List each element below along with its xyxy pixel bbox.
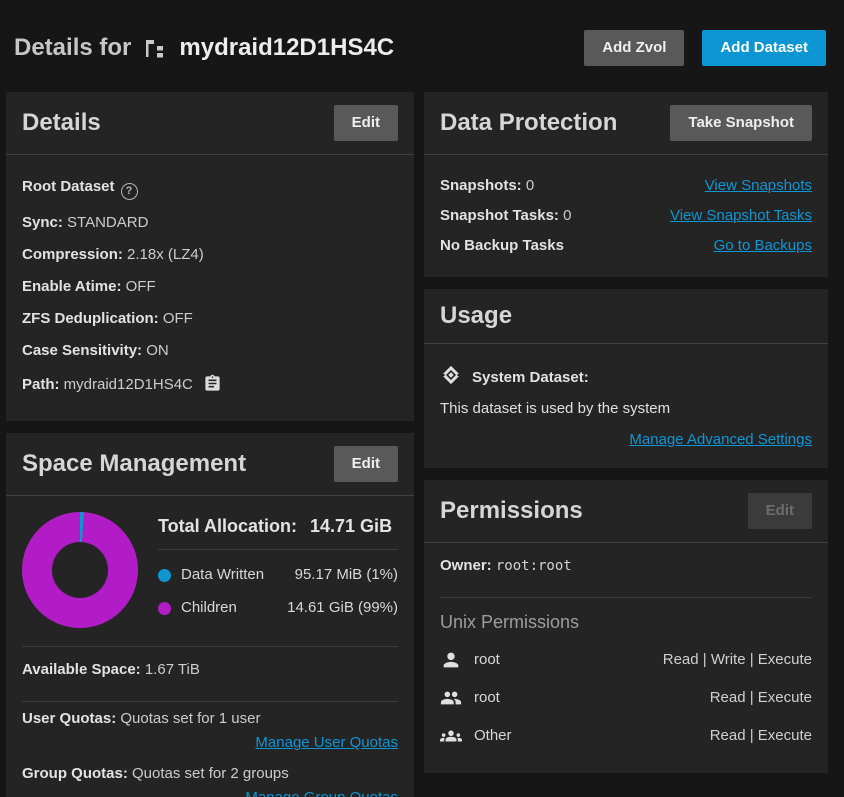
group-quotas-row: Group Quotas: Quotas set for 2 groups bbox=[22, 759, 398, 787]
usage-card: Usage System Dataset: This bbox=[424, 289, 828, 468]
help-icon[interactable]: ? bbox=[121, 183, 138, 200]
copy-icon[interactable] bbox=[203, 374, 222, 398]
children-dot bbox=[158, 602, 171, 615]
permissions-edit-button[interactable]: Edit bbox=[748, 493, 812, 529]
snapshots-row: Snapshots: 0 View Snapshots bbox=[440, 171, 812, 201]
field-path: Path: mydraid12D1HS4C bbox=[22, 367, 398, 405]
total-allocation-value: 14.71 GiB bbox=[310, 516, 392, 536]
details-card-body: Root Dataset? Sync: STANDARD Compression… bbox=[6, 155, 414, 421]
legend-row-data-written: Data Written 95.17 MiB (1%) bbox=[158, 550, 398, 583]
manage-advanced-settings-link[interactable]: Manage Advanced Settings bbox=[629, 431, 812, 448]
allocation-legend: Total Allocation: 14.71 GiB Data Written… bbox=[158, 512, 398, 616]
usage-header: Usage bbox=[424, 289, 828, 344]
field-case-sensitivity: Case Sensitivity: ON bbox=[22, 335, 398, 367]
space-chart-area: Total Allocation: 14.71 GiB Data Written… bbox=[6, 496, 414, 636]
system-dataset-label: System Dataset: bbox=[472, 369, 589, 386]
usage-description: This dataset is used by the system bbox=[440, 398, 812, 427]
owner-row: Owner: root:root bbox=[424, 543, 828, 587]
system-dataset-icon bbox=[440, 364, 462, 390]
data-protection-body: Snapshots: 0 View Snapshots Snapshot Tas… bbox=[424, 155, 828, 277]
take-snapshot-button[interactable]: Take Snapshot bbox=[670, 105, 812, 141]
person-icon bbox=[440, 649, 462, 671]
permissions-header: Permissions Edit bbox=[424, 480, 828, 543]
space-management-card: Space Management Edit Total Allocation: … bbox=[6, 433, 414, 797]
owner-value: root:root bbox=[496, 558, 572, 574]
add-dataset-button[interactable]: Add Dataset bbox=[702, 30, 826, 66]
data-written-dot bbox=[158, 569, 171, 582]
field-compression: Compression: 2.18x (LZ4) bbox=[22, 239, 398, 271]
unix-permissions-title: Unix Permissions bbox=[424, 598, 828, 639]
manage-user-quotas-row: Manage User Quotas bbox=[22, 732, 398, 759]
details-card-header: Details Edit bbox=[6, 92, 414, 155]
groups-icon bbox=[440, 725, 462, 747]
field-enable-atime: Enable Atime: OFF bbox=[22, 271, 398, 303]
add-zvol-button[interactable]: Add Zvol bbox=[584, 30, 684, 66]
details-card-title: Details bbox=[22, 109, 101, 137]
page-title-prefix: Details for bbox=[14, 34, 131, 62]
space-management-header: Space Management Edit bbox=[6, 433, 414, 496]
field-root-dataset: Root Dataset? bbox=[22, 171, 398, 207]
usage-title: Usage bbox=[440, 302, 512, 330]
system-dataset-row: System Dataset: bbox=[440, 360, 812, 398]
space-edit-button[interactable]: Edit bbox=[334, 446, 398, 482]
details-edit-button[interactable]: Edit bbox=[334, 105, 398, 141]
unix-permissions-list: root Read | Write | Execute root Read | … bbox=[424, 639, 828, 773]
total-allocation-row: Total Allocation: 14.71 GiB bbox=[158, 516, 398, 550]
legend-row-children: Children 14.61 GiB (99%) bbox=[158, 583, 398, 616]
page-header: Details for mydraid12D1HS4C Add Zvol Add… bbox=[0, 0, 844, 92]
header-buttons: Add Zvol Add Dataset bbox=[584, 30, 826, 66]
data-protection-card: Data Protection Take Snapshot Snapshots:… bbox=[424, 92, 828, 277]
go-to-backups-link[interactable]: Go to Backups bbox=[714, 237, 812, 255]
view-snapshots-link[interactable]: View Snapshots bbox=[705, 177, 812, 195]
backup-tasks-row: No Backup Tasks Go to Backups bbox=[440, 231, 812, 261]
usage-body: System Dataset: This dataset is used by … bbox=[424, 344, 828, 468]
permissions-title: Permissions bbox=[440, 497, 583, 525]
dataset-icon bbox=[143, 36, 167, 60]
manage-user-quotas-link[interactable]: Manage User Quotas bbox=[255, 734, 398, 751]
space-management-title: Space Management bbox=[22, 450, 246, 478]
perm-row-other: Other Read | Execute bbox=[440, 717, 812, 755]
manage-group-quotas-link[interactable]: Manage Group Quotas bbox=[245, 789, 398, 797]
manage-group-quotas-row: Manage Group Quotas bbox=[22, 787, 398, 797]
donut-hole bbox=[52, 542, 108, 598]
user-quotas-row: User Quotas: Quotas set for 1 user bbox=[22, 704, 398, 732]
view-snapshot-tasks-link[interactable]: View Snapshot Tasks bbox=[670, 207, 812, 225]
details-card: Details Edit Root Dataset? Sync: STANDAR… bbox=[6, 92, 414, 421]
perm-row-group: root Read | Execute bbox=[440, 679, 812, 717]
allocation-donut-chart bbox=[22, 512, 138, 628]
left-column: Details Edit Root Dataset? Sync: STANDAR… bbox=[6, 92, 414, 797]
field-sync: Sync: STANDARD bbox=[22, 207, 398, 239]
data-protection-title: Data Protection bbox=[440, 109, 617, 137]
page-title: Details for mydraid12D1HS4C bbox=[14, 34, 394, 62]
user-quotas-block: User Quotas: Quotas set for 1 user Manag… bbox=[6, 702, 414, 797]
perm-row-user: root Read | Write | Execute bbox=[440, 641, 812, 679]
field-zfs-deduplication: ZFS Deduplication: OFF bbox=[22, 303, 398, 335]
permissions-card: Permissions Edit Owner: root:root Unix P… bbox=[424, 480, 828, 773]
available-space-row: Available Space: 1.67 TiB bbox=[6, 647, 414, 691]
content-columns: Details Edit Root Dataset? Sync: STANDAR… bbox=[6, 92, 828, 797]
dataset-name: mydraid12D1HS4C bbox=[179, 34, 394, 62]
right-column: Data Protection Take Snapshot Snapshots:… bbox=[424, 92, 828, 773]
data-protection-header: Data Protection Take Snapshot bbox=[424, 92, 828, 155]
snapshot-tasks-row: Snapshot Tasks: 0 View Snapshot Tasks bbox=[440, 201, 812, 231]
people-icon bbox=[440, 687, 462, 709]
